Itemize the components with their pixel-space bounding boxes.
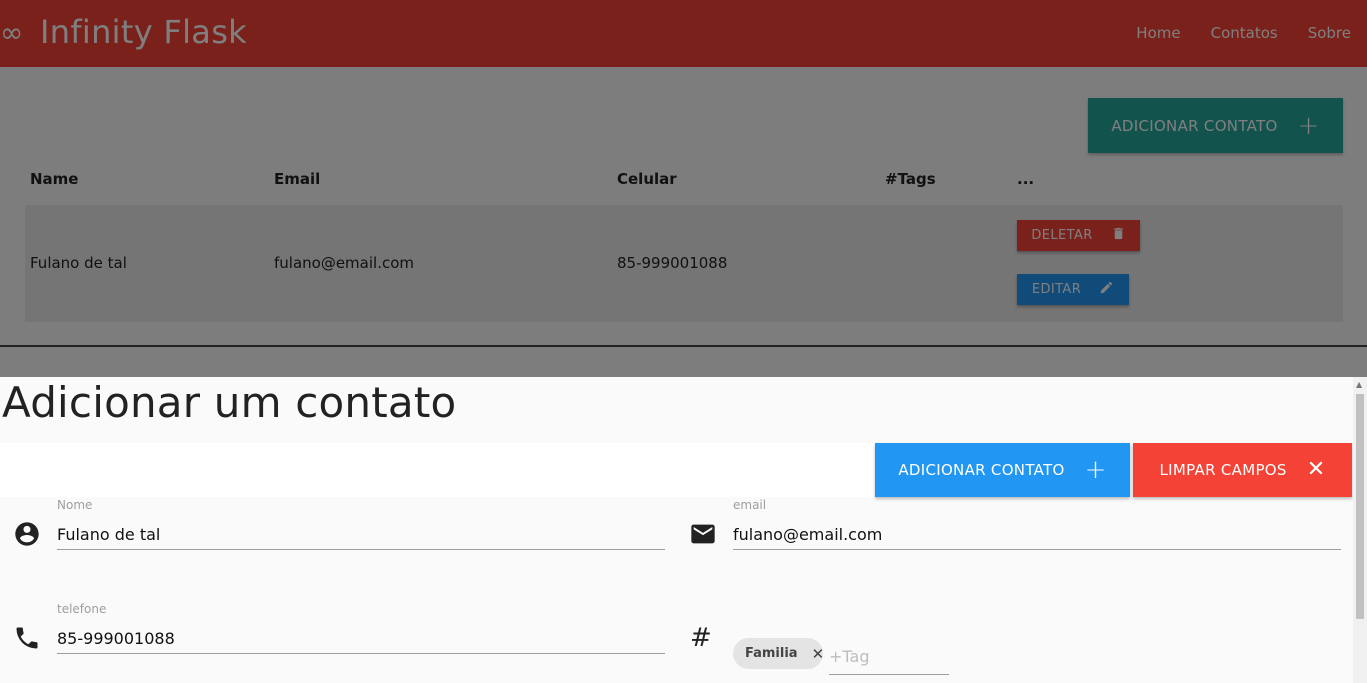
chip-close-icon[interactable]: ✕ — [812, 645, 825, 663]
nav-home[interactable]: Home — [1136, 24, 1180, 42]
account-circle-icon — [13, 520, 41, 548]
column-header-actions: ... — [1017, 170, 1035, 188]
tag-chip-label: Familia — [745, 646, 798, 661]
cell-name: Fulano de tal — [30, 254, 127, 272]
cell-email: fulano@email.com — [274, 254, 415, 272]
delete-button[interactable]: DELETAR — [1017, 220, 1140, 251]
email-icon — [689, 520, 717, 548]
email-field[interactable] — [733, 520, 1341, 550]
modal-add-contact-button[interactable]: ADICIONAR CONTATO + — [875, 443, 1130, 497]
add-contact-button[interactable]: ADICIONAR CONTATO + — [1088, 98, 1343, 153]
clear-fields-label: LIMPAR CAMPOS — [1159, 461, 1287, 479]
nome-label: Nome — [57, 498, 93, 512]
tag-input[interactable] — [829, 639, 949, 675]
delete-label: DELETAR — [1031, 228, 1093, 243]
app-title[interactable]: Infinity Flask — [40, 13, 247, 51]
nav-contatos[interactable]: Contatos — [1211, 24, 1278, 42]
tag-chip[interactable]: Familia ✕ — [733, 638, 825, 669]
main-nav: Home Contatos Sobre — [1136, 24, 1351, 42]
column-header-tags: #Tags — [885, 170, 936, 188]
modal-scrollbar[interactable]: ▲ — [1353, 377, 1367, 683]
add-contact-modal: Adicionar um contato ADICIONAR CONTATO +… — [0, 377, 1367, 683]
cell-celular: 85-999001088 — [617, 254, 728, 272]
nav-sobre[interactable]: Sobre — [1308, 24, 1351, 42]
add-contact-label: ADICIONAR CONTATO — [1111, 116, 1278, 135]
scroll-up-arrow-icon[interactable]: ▲ — [1356, 380, 1362, 389]
clear-fields-button[interactable]: LIMPAR CAMPOS ✕ — [1133, 443, 1352, 497]
nome-field[interactable] — [57, 520, 665, 550]
telefone-label: telefone — [57, 602, 107, 616]
modal-toolbar — [0, 443, 875, 497]
telefone-field[interactable] — [57, 624, 665, 654]
close-icon: ✕ — [1306, 457, 1326, 482]
plus-icon: + — [1297, 110, 1320, 141]
hash-icon: # — [690, 623, 712, 653]
column-header-email: Email — [274, 170, 321, 188]
trash-icon — [1111, 226, 1126, 245]
pencil-icon — [1099, 280, 1114, 299]
column-header-name: Name — [30, 170, 79, 188]
edit-label: EDITAR — [1031, 282, 1082, 297]
plus-icon: + — [1084, 455, 1107, 485]
phone-icon — [13, 624, 41, 652]
app-header: ∞ Infinity Flask Home Contatos Sobre — [0, 0, 1367, 67]
page-bottom — [0, 347, 1367, 377]
column-header-celular: Celular — [617, 170, 677, 188]
scroll-thumb[interactable] — [1356, 394, 1364, 619]
infinity-logo-icon: ∞ — [0, 16, 24, 49]
modal-title: Adicionar um contato — [2, 378, 457, 427]
page: ∞ Infinity Flask Home Contatos Sobre ADI… — [0, 0, 1367, 683]
modal-add-contact-label: ADICIONAR CONTATO — [898, 461, 1065, 479]
email-label: email — [733, 498, 767, 512]
edit-button[interactable]: EDITAR — [1017, 274, 1129, 305]
